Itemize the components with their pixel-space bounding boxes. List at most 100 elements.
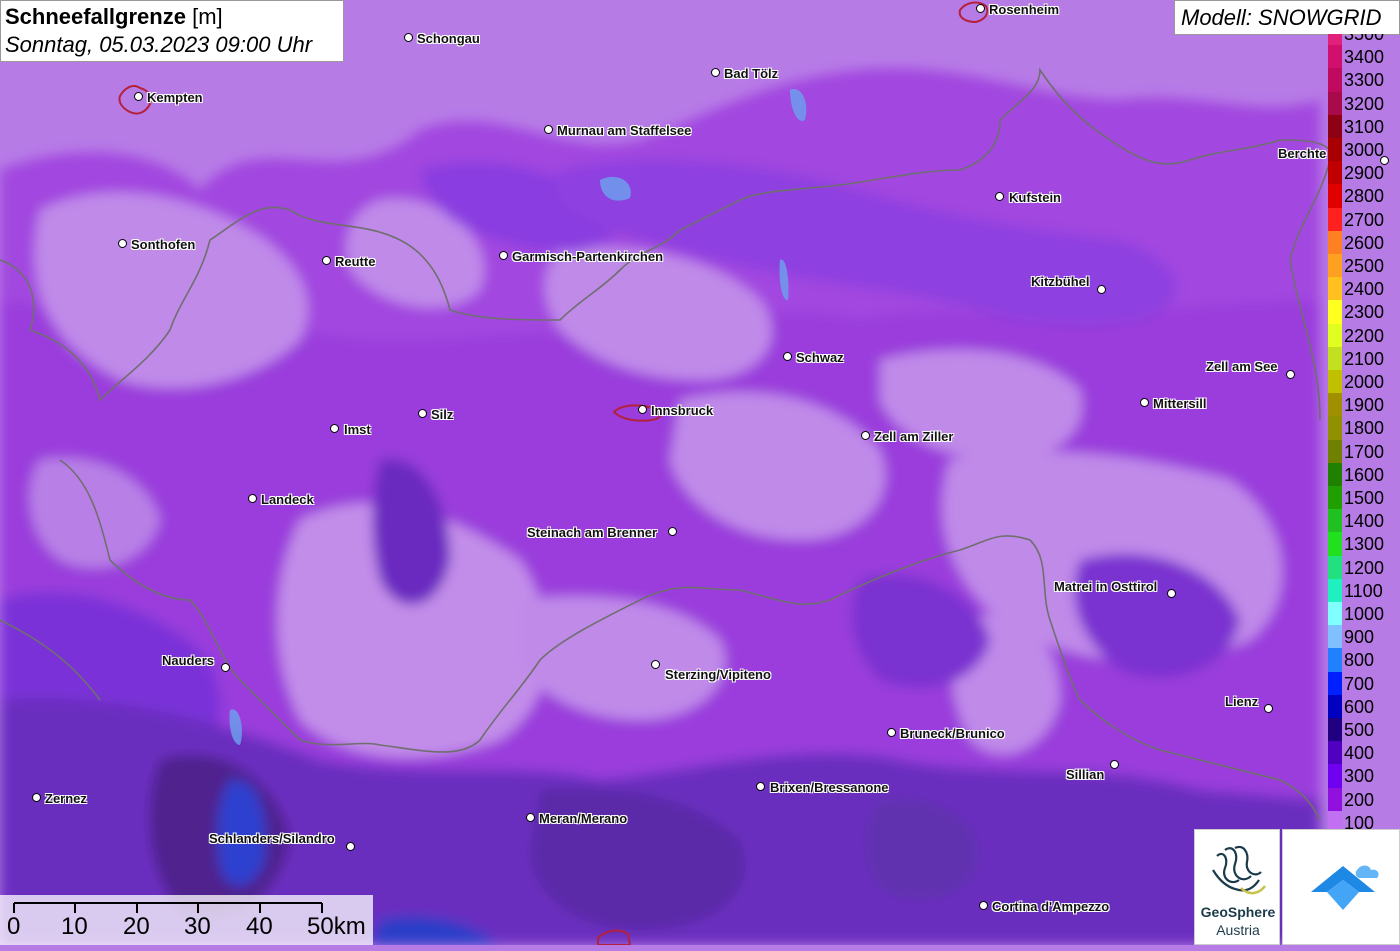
legend-label: 300 — [1344, 766, 1375, 787]
legend-swatch — [1328, 184, 1342, 208]
city-label: Brixen/Bressanone — [770, 780, 889, 795]
city-label: Zell am See — [1206, 359, 1278, 374]
city-label: Schwaz — [796, 350, 844, 365]
city-dot — [995, 192, 1004, 201]
city-dot — [783, 352, 792, 361]
legend-label: 1700 — [1344, 441, 1385, 462]
scale-bar: 0 10 20 30 40 50km — [0, 895, 373, 945]
model-label: Modell: SNOWGRID — [1174, 0, 1400, 35]
legend-label: 1400 — [1344, 511, 1385, 532]
scale-tick-label: 30 — [184, 913, 211, 940]
scale-tick-label: 20 — [123, 913, 150, 940]
geosphere-name: GeoSphere — [1200, 904, 1276, 920]
city-dot — [32, 793, 41, 802]
legend-swatch — [1328, 207, 1342, 231]
snowfall-limit-map — [0, 0, 1400, 945]
city-label: Kempten — [147, 90, 203, 105]
legend-swatch — [1328, 532, 1342, 556]
city-dot — [887, 728, 896, 737]
city-label: Schlanders/Silandro — [209, 831, 335, 846]
legend-swatch — [1328, 694, 1342, 718]
legend-label: 500 — [1344, 720, 1375, 740]
scale-tick-label: 10 — [61, 913, 88, 940]
city-label: Matrei in Osttirol — [1054, 579, 1158, 594]
city-label: Berchte — [1278, 146, 1327, 161]
legend-swatch — [1328, 648, 1342, 672]
city-label: Imst — [344, 422, 371, 437]
legend-label: 600 — [1344, 696, 1375, 717]
city-dot — [1286, 370, 1295, 379]
city-label: Sterzing/Vipiteno — [665, 667, 771, 682]
city-dot — [418, 409, 427, 418]
legend-label: 2800 — [1344, 186, 1385, 207]
city-dot — [118, 239, 127, 248]
city-label: Mittersill — [1153, 396, 1207, 411]
city-dot — [346, 842, 355, 851]
legend-label: 2300 — [1344, 302, 1385, 323]
city-label: Schongau — [417, 31, 480, 46]
city-dot — [1264, 704, 1273, 713]
city-label: Bad Tölz — [724, 66, 779, 81]
legend-swatch — [1328, 486, 1342, 510]
legend-swatch — [1328, 346, 1342, 370]
city-dot — [861, 431, 870, 440]
legend-label: 1800 — [1344, 418, 1385, 439]
city-label: Bruneck/Brunico — [900, 726, 1005, 741]
legend-label: 2600 — [1344, 232, 1385, 253]
city-dot — [638, 405, 647, 414]
legend-label: 400 — [1344, 743, 1375, 764]
legend-swatch — [1328, 370, 1342, 394]
legend-label: 3100 — [1344, 116, 1385, 137]
legend-swatch — [1328, 439, 1342, 463]
legend-label: 2400 — [1344, 279, 1385, 300]
city-label: Innsbruck — [651, 403, 714, 418]
city-label: Meran/Merano — [539, 811, 628, 826]
snow-logo[interactable] — [1282, 829, 1400, 945]
map-date: Sonntag, 05.03.2023 09:00 Uhr — [5, 32, 313, 57]
legend-swatch — [1328, 555, 1342, 579]
legend-swatch — [1328, 91, 1342, 115]
legend-swatch — [1328, 138, 1342, 162]
scale-tick-label: 50km — [307, 913, 366, 940]
city-label: Cortina d'Ampezzo — [992, 899, 1110, 914]
city-dot — [1110, 760, 1119, 769]
city-dot — [330, 424, 339, 433]
map-title: Schneefallgrenze [m] — [5, 3, 339, 31]
legend-swatch — [1328, 393, 1342, 417]
legend-label: 2000 — [1344, 372, 1385, 392]
city-dot — [1097, 285, 1106, 294]
city-label: Steinach am Brenner — [527, 525, 658, 540]
city-label: Sillian — [1066, 767, 1105, 782]
legend-label: 1200 — [1344, 557, 1385, 578]
city-label: Garmisch-Partenkirchen — [512, 249, 664, 264]
legend-swatch — [1328, 416, 1342, 440]
legend-swatch — [1328, 114, 1342, 138]
city-dot — [711, 68, 720, 77]
legend-label: 800 — [1344, 650, 1375, 671]
legend-swatch — [1328, 741, 1342, 765]
city-label: Lienz — [1225, 694, 1259, 709]
city-dot — [526, 813, 535, 822]
title-main: Schneefallgrenze — [5, 4, 186, 29]
city-dot — [1167, 589, 1176, 598]
legend-label: 1100 — [1344, 580, 1383, 601]
city-dot — [134, 92, 143, 101]
geosphere-logo[interactable]: GeoSphere Austria — [1194, 829, 1280, 945]
map-title-box: Schneefallgrenze [m] Sonntag, 05.03.2023… — [0, 0, 344, 62]
city-dot — [544, 125, 553, 134]
city-dot — [404, 33, 413, 42]
legend-swatch — [1328, 277, 1342, 301]
legend-label: 2500 — [1344, 256, 1385, 276]
legend-swatch — [1328, 578, 1342, 602]
legend-swatch — [1328, 602, 1342, 626]
legend-label: 3200 — [1344, 93, 1385, 114]
city-dot — [756, 782, 765, 791]
city-label: Silz — [431, 407, 454, 422]
legend-swatch — [1328, 161, 1342, 185]
legend-label: 3400 — [1344, 47, 1385, 68]
geosphere-emblem-icon — [1212, 845, 1266, 895]
city-label: Rosenheim — [989, 2, 1060, 17]
city-dot — [221, 663, 230, 672]
legend-label: 2900 — [1344, 163, 1385, 184]
legend-swatch — [1328, 462, 1342, 486]
